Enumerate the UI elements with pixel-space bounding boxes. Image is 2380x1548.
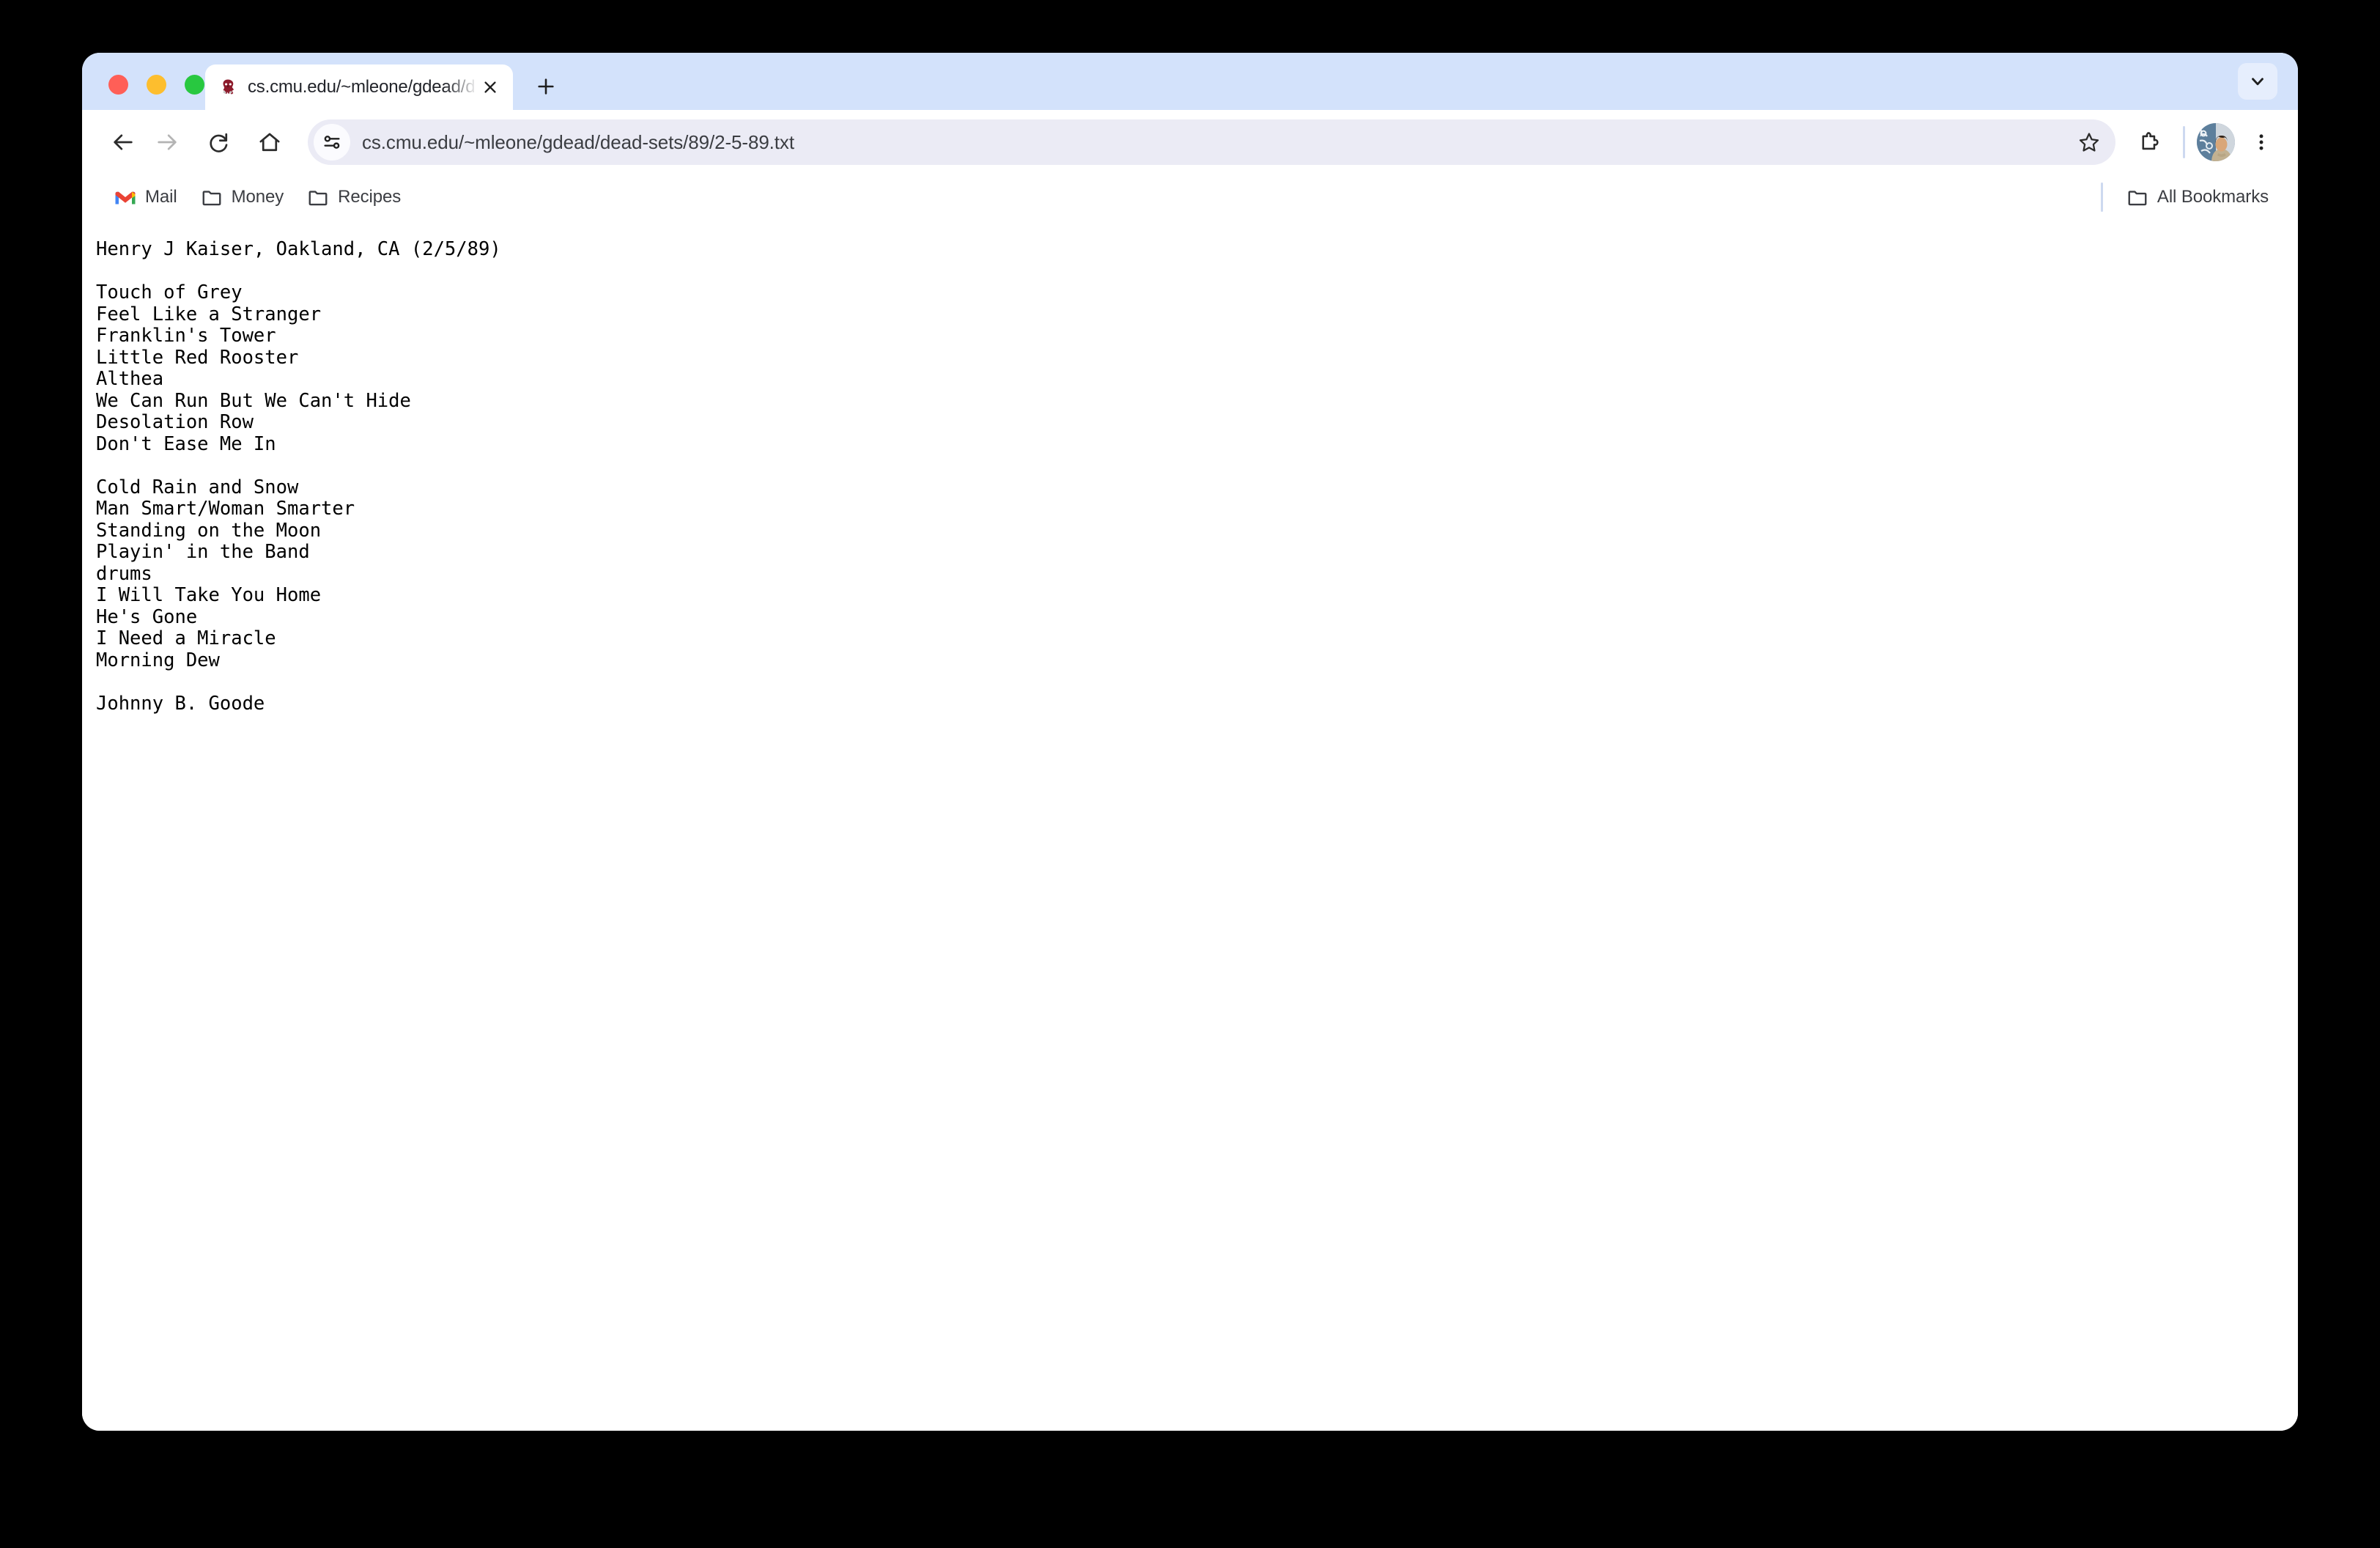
tab-search-button[interactable]	[2238, 63, 2277, 100]
folder-icon	[202, 191, 221, 206]
puzzle-piece-icon	[2142, 132, 2159, 150]
tune-sliders-icon	[324, 136, 340, 149]
folder-icon	[2128, 191, 2147, 206]
traffic-lights	[108, 75, 204, 95]
bookmark-label: Mail	[145, 187, 177, 207]
window-minimize-button[interactable]	[147, 75, 166, 95]
home-button[interactable]	[248, 120, 292, 164]
tabs-area: cs.cmu.edu/~mleone/gdead/d	[205, 53, 566, 110]
address-bar[interactable]: cs.cmu.edu/~mleone/gdead/dead-sets/89/2-…	[308, 119, 2115, 165]
back-button[interactable]	[101, 120, 145, 164]
avatar[interactable]	[2197, 123, 2235, 161]
forward-button[interactable]	[145, 120, 189, 164]
tab-title: cs.cmu.edu/~mleone/gdead/d	[248, 77, 476, 97]
new-tab-button[interactable]	[526, 67, 566, 106]
bookmark-item-recipes[interactable]: Recipes	[297, 180, 411, 214]
extensions-button[interactable]	[2129, 121, 2171, 163]
all-bookmarks-label: All Bookmarks	[2157, 187, 2269, 207]
site-info-button[interactable]	[314, 124, 350, 161]
skeleton-favicon	[223, 79, 234, 95]
star-icon	[2079, 133, 2099, 152]
back-arrow-icon	[114, 134, 133, 150]
bookmarks-bar: Mail Money Recipes All Bookmarks	[82, 174, 2298, 220]
three-dot-menu-icon	[2259, 134, 2263, 150]
bookmark-label: Money	[231, 187, 284, 207]
browser-toolbar: cs.cmu.edu/~mleone/gdead/dead-sets/89/2-…	[82, 110, 2298, 174]
browser-menu-button[interactable]	[2241, 122, 2282, 163]
window-close-button[interactable]	[108, 75, 128, 95]
browser-tab[interactable]: cs.cmu.edu/~mleone/gdead/d	[205, 64, 513, 110]
tab-strip: cs.cmu.edu/~mleone/gdead/d	[82, 53, 2298, 110]
bookmark-star-button[interactable]	[2070, 123, 2108, 161]
close-icon[interactable]	[478, 75, 503, 100]
chevron-down-icon	[2252, 78, 2263, 86]
all-bookmarks-button[interactable]: All Bookmarks	[2116, 180, 2279, 214]
plus-icon	[538, 78, 554, 95]
forward-arrow-icon	[158, 134, 177, 150]
toolbar-divider	[2183, 126, 2185, 158]
avatar-image	[2197, 123, 2235, 161]
bookmarks-divider	[2100, 183, 2103, 212]
browser-window: cs.cmu.edu/~mleone/gdead/d cs.cmu.edu/~m…	[82, 53, 2298, 1431]
folder-icon	[308, 191, 328, 206]
reload-icon	[210, 133, 228, 152]
url-text[interactable]: cs.cmu.edu/~mleone/gdead/dead-sets/89/2-…	[362, 131, 2070, 154]
setlist-plaintext: Henry J Kaiser, Oakland, CA (2/5/89) Tou…	[96, 238, 501, 715]
window-maximize-button[interactable]	[185, 75, 204, 95]
bookmark-item-money[interactable]: Money	[191, 180, 295, 214]
home-icon	[259, 133, 280, 152]
gmail-icon	[115, 191, 136, 204]
page-content: Henry J Kaiser, Oakland, CA (2/5/89) Tou…	[82, 220, 2298, 1431]
close-icon-glyph	[484, 81, 496, 93]
reload-button[interactable]	[196, 120, 240, 164]
bookmark-item-mail[interactable]: Mail	[104, 180, 188, 214]
bookmark-label: Recipes	[338, 187, 402, 207]
